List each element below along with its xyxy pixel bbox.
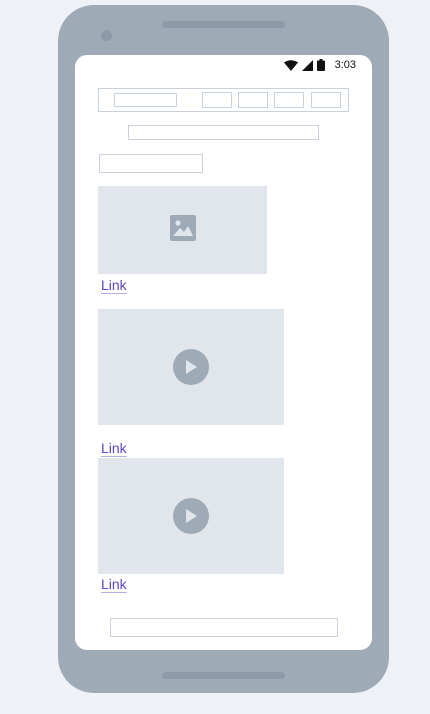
phone-screen: 3:03 Link Link Link	[75, 55, 372, 650]
image-placeholder	[98, 186, 267, 274]
nav-item-1[interactable]	[202, 92, 232, 108]
play-icon[interactable]	[173, 349, 209, 385]
image-icon	[169, 214, 196, 246]
heading-placeholder	[128, 125, 319, 140]
nav-item-4[interactable]	[311, 92, 341, 108]
phone-camera	[101, 30, 112, 41]
phone-home-bar	[162, 672, 285, 679]
link-3[interactable]: Link	[101, 576, 127, 592]
nav-item-2[interactable]	[238, 92, 268, 108]
nav-logo-placeholder[interactable]	[114, 93, 177, 107]
wifi-icon	[283, 59, 298, 71]
video-placeholder-1[interactable]	[98, 309, 284, 425]
play-icon[interactable]	[173, 498, 209, 534]
link-2[interactable]: Link	[101, 440, 127, 456]
link-1[interactable]: Link	[101, 277, 127, 293]
video-placeholder-2[interactable]	[98, 458, 284, 574]
battery-icon	[316, 59, 325, 71]
nav-item-3[interactable]	[274, 92, 304, 108]
signal-icon	[301, 59, 313, 71]
status-bar: 3:03	[283, 58, 356, 72]
subheading-placeholder[interactable]	[99, 154, 203, 173]
phone-speaker	[162, 21, 285, 28]
status-time: 3:03	[334, 59, 356, 71]
footer-placeholder	[110, 618, 338, 637]
